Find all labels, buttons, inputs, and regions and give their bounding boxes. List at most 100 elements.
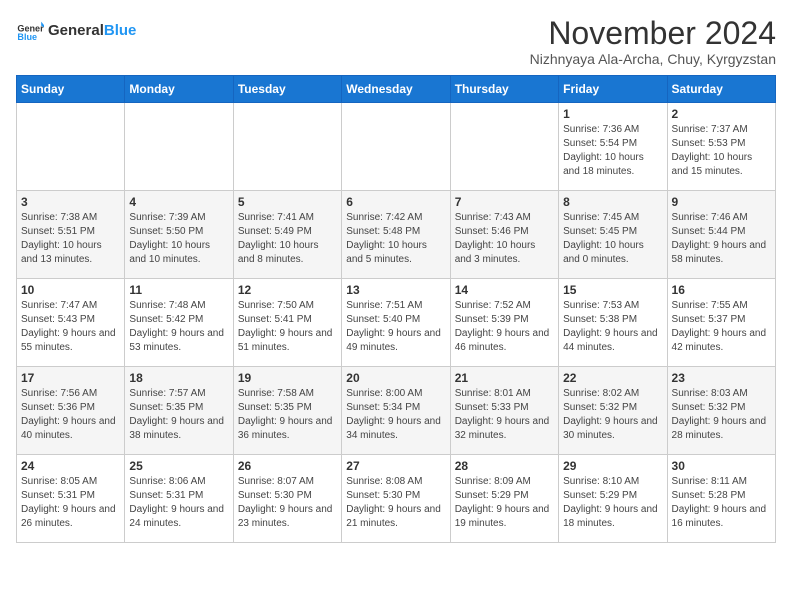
calendar-week-row: 3 Sunrise: 7:38 AMSunset: 5:51 PM Daylight… bbox=[17, 191, 776, 279]
day-info: Daylight: 9 hours and 42 minutes. bbox=[672, 327, 771, 355]
day-info: Sunset: 5:46 PM bbox=[455, 225, 554, 239]
day-info: Daylight: 9 hours and 32 minutes. bbox=[455, 415, 554, 443]
day-info: Sunset: 5:41 PM bbox=[238, 313, 337, 327]
day-info: Sunrise: 8:09 AM bbox=[455, 475, 554, 489]
day-info: Daylight: 10 hours and 5 minutes. bbox=[346, 239, 445, 267]
day-info: Sunrise: 7:43 AM bbox=[455, 211, 554, 225]
day-info: Sunset: 5:31 PM bbox=[21, 489, 120, 503]
logo-blue: Blue bbox=[104, 22, 137, 39]
calendar-day-cell: 6Sunrise: 7:42 AMSunset: 5:48 PMDaylight… bbox=[342, 191, 450, 279]
day-number: 17 bbox=[21, 371, 120, 385]
weekday-header: Friday bbox=[559, 76, 667, 103]
day-number: 5 bbox=[238, 195, 337, 209]
calendar-day-cell: 1Sunrise: 7:36 AMSunset: 5:54 PMDaylight… bbox=[559, 103, 667, 191]
day-info: Daylight: 9 hours and 19 minutes. bbox=[455, 503, 554, 531]
day-number: 21 bbox=[455, 371, 554, 385]
day-info: Sunset: 5:49 PM bbox=[238, 225, 337, 239]
calendar-day-cell: 12Sunrise: 7:50 AMSunset: 5:41 PMDayligh… bbox=[233, 279, 341, 367]
day-info: Sunrise: 7:47 AM bbox=[21, 299, 120, 313]
day-info: Sunrise: 7:58 AM bbox=[238, 387, 337, 401]
calendar-day-cell: 2Sunrise: 7:37 AMSunset: 5:53 PMDaylight… bbox=[667, 103, 775, 191]
day-info: Sunset: 5:35 PM bbox=[129, 401, 228, 415]
day-info: Sunrise: 8:00 AM bbox=[346, 387, 445, 401]
day-info: Daylight: 9 hours and 40 minutes. bbox=[21, 415, 120, 443]
day-info: Sunrise: 8:02 AM bbox=[563, 387, 662, 401]
day-info: Daylight: 9 hours and 21 minutes. bbox=[346, 503, 445, 531]
day-info: Sunset: 5:39 PM bbox=[455, 313, 554, 327]
day-number: 18 bbox=[129, 371, 228, 385]
day-info: Sunrise: 7:51 AM bbox=[346, 299, 445, 313]
calendar-week-row: 1Sunrise: 7:36 AMSunset: 5:54 PMDaylight… bbox=[17, 103, 776, 191]
day-info: Sunrise: 7:38 AM bbox=[21, 211, 120, 225]
day-info: Daylight: 10 hours and 0 minutes. bbox=[563, 239, 662, 267]
logo-icon: General Blue bbox=[16, 16, 44, 44]
calendar-day-cell: 24Sunrise: 8:05 AMSunset: 5:31 PMDayligh… bbox=[17, 455, 125, 543]
day-info: Sunset: 5:36 PM bbox=[21, 401, 120, 415]
calendar-day-cell: 17 Sunrise: 7:56 AMSunset: 5:36 PMDayligh… bbox=[17, 367, 125, 455]
calendar-day-cell: 23Sunrise: 8:03 AMSunset: 5:32 PMDayligh… bbox=[667, 367, 775, 455]
day-info: Daylight: 9 hours and 53 minutes. bbox=[129, 327, 228, 355]
day-number: 23 bbox=[672, 371, 771, 385]
day-info: Daylight: 10 hours and 10 minutes. bbox=[129, 239, 228, 267]
day-info: Sunrise: 8:05 AM bbox=[21, 475, 120, 489]
day-info: Sunset: 5:38 PM bbox=[563, 313, 662, 327]
day-number: 28 bbox=[455, 459, 554, 473]
day-info: Sunset: 5:54 PM bbox=[563, 137, 662, 151]
day-info: Daylight: 9 hours and 38 minutes. bbox=[129, 415, 228, 443]
day-info: Sunrise: 7:45 AM bbox=[563, 211, 662, 225]
day-info: Daylight: 10 hours and 3 minutes. bbox=[455, 239, 554, 267]
weekday-header: Thursday bbox=[450, 76, 558, 103]
day-info: Daylight: 9 hours and 34 minutes. bbox=[346, 415, 445, 443]
day-number: 4 bbox=[129, 195, 228, 209]
day-number: 8 bbox=[563, 195, 662, 209]
day-info: Sunset: 5:43 PM bbox=[21, 313, 120, 327]
day-number: 3 bbox=[21, 195, 120, 209]
location-title: Nizhnyaya Ala-Archa, Chuy, Kyrgyzstan bbox=[530, 51, 776, 67]
day-number: 13 bbox=[346, 283, 445, 297]
day-info: Sunset: 5:37 PM bbox=[672, 313, 771, 327]
day-info: Sunrise: 7:46 AM bbox=[672, 211, 771, 225]
day-info: Sunrise: 7:41 AM bbox=[238, 211, 337, 225]
day-info: Sunrise: 7:37 AM bbox=[672, 123, 771, 137]
day-info: Sunset: 5:45 PM bbox=[563, 225, 662, 239]
day-number: 15 bbox=[563, 283, 662, 297]
day-info: Sunset: 5:51 PM bbox=[21, 225, 120, 239]
day-info: Daylight: 9 hours and 16 minutes. bbox=[672, 503, 771, 531]
day-number: 16 bbox=[672, 283, 771, 297]
day-info: Sunset: 5:32 PM bbox=[672, 401, 771, 415]
day-info: Daylight: 10 hours and 18 minutes. bbox=[563, 151, 662, 179]
day-number: 26 bbox=[238, 459, 337, 473]
day-info: Sunrise: 7:39 AM bbox=[129, 211, 228, 225]
calendar-day-cell: 28 Sunrise: 8:09 AMSunset: 5:29 PMDayligh… bbox=[450, 455, 558, 543]
day-info: Daylight: 9 hours and 26 minutes. bbox=[21, 503, 120, 531]
day-number: 30 bbox=[672, 459, 771, 473]
calendar-day-cell: 5Sunrise: 7:41 AMSunset: 5:49 PMDaylight… bbox=[233, 191, 341, 279]
weekday-header: Sunday bbox=[17, 76, 125, 103]
weekday-header: Wednesday bbox=[342, 76, 450, 103]
calendar-day-cell: 10Sunrise: 7:47 AMSunset: 5:43 PMDayligh… bbox=[17, 279, 125, 367]
day-info: Sunset: 5:48 PM bbox=[346, 225, 445, 239]
calendar-day-cell: 8 Sunrise: 7:45 AMSunset: 5:45 PMDaylight… bbox=[559, 191, 667, 279]
day-info: Daylight: 9 hours and 46 minutes. bbox=[455, 327, 554, 355]
calendar-week-row: 10Sunrise: 7:47 AMSunset: 5:43 PMDayligh… bbox=[17, 279, 776, 367]
day-info: Sunrise: 8:08 AM bbox=[346, 475, 445, 489]
day-info: Sunset: 5:42 PM bbox=[129, 313, 228, 327]
calendar-header: SundayMondayTuesdayWednesdayThursdayFrid… bbox=[17, 76, 776, 103]
calendar-day-cell: 13Sunrise: 7:51 AMSunset: 5:40 PMDayligh… bbox=[342, 279, 450, 367]
day-info: Sunrise: 7:56 AM bbox=[21, 387, 120, 401]
day-info: Daylight: 9 hours and 49 minutes. bbox=[346, 327, 445, 355]
calendar-body: 1Sunrise: 7:36 AMSunset: 5:54 PMDaylight… bbox=[17, 103, 776, 543]
calendar-day-cell bbox=[342, 103, 450, 191]
weekday-header: Monday bbox=[125, 76, 233, 103]
calendar-day-cell bbox=[233, 103, 341, 191]
calendar-day-cell: 21Sunrise: 8:01 AMSunset: 5:33 PMDayligh… bbox=[450, 367, 558, 455]
day-info: Sunrise: 7:53 AM bbox=[563, 299, 662, 313]
day-info: Sunrise: 8:06 AM bbox=[129, 475, 228, 489]
day-number: 29 bbox=[563, 459, 662, 473]
day-info: Sunset: 5:29 PM bbox=[455, 489, 554, 503]
day-number: 6 bbox=[346, 195, 445, 209]
calendar-day-cell bbox=[17, 103, 125, 191]
day-info: Sunrise: 7:48 AM bbox=[129, 299, 228, 313]
day-info: Daylight: 9 hours and 28 minutes. bbox=[672, 415, 771, 443]
calendar-day-cell: 14Sunrise: 7:52 AMSunset: 5:39 PMDayligh… bbox=[450, 279, 558, 367]
